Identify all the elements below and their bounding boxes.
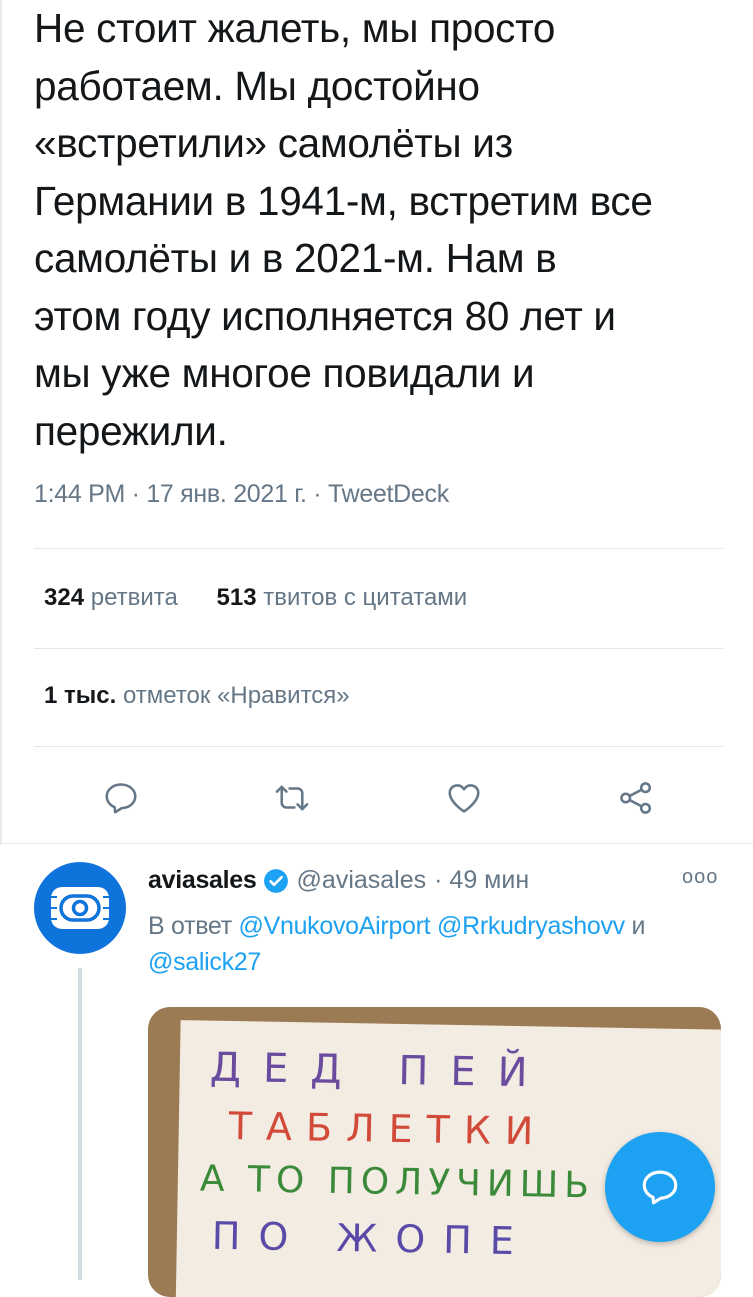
note-line-3: А ТО ПОЛУЧИШЬ: [200, 1158, 596, 1206]
author-name[interactable]: aviasales: [148, 866, 257, 895]
retweets-count: 324: [44, 584, 85, 611]
reply-and: и: [631, 912, 646, 940]
aviasales-logo-icon: [49, 887, 111, 929]
note-line-2: ТАБЛЕТКИ: [227, 1104, 547, 1154]
mention-link[interactable]: @Rrkudryashovv: [437, 912, 625, 940]
retweets-label: ретвита: [90, 584, 178, 611]
note-line-1: ДЕД ПЕЙ: [209, 1043, 550, 1097]
author-handle[interactable]: @aviasales: [297, 866, 427, 895]
likes-count: 1 тыс.: [44, 682, 117, 709]
more-options-icon[interactable]: ooo: [682, 866, 718, 889]
stats-row-retweets: 324 ретвита 513 твитов с цитатами: [44, 584, 499, 612]
action-bar: [0, 770, 753, 826]
tweet-line: этом году исполняется 80 лет и: [34, 292, 616, 339]
divider: [34, 746, 723, 747]
stats-row-likes[interactable]: 1 тыс. отметок «Нравится»: [44, 682, 350, 710]
share-button[interactable]: [612, 770, 660, 826]
reply-time: · 49 мин: [434, 866, 530, 894]
heart-icon: [448, 784, 480, 813]
tweet-line: «встретили» самолёты из: [34, 120, 513, 166]
mention-link[interactable]: @salick27: [148, 948, 261, 976]
divider: [34, 548, 723, 549]
tweet-line: самолёты и в 2021-м. Нам в: [34, 235, 557, 281]
like-button[interactable]: [440, 770, 488, 826]
left-border: [0, 0, 2, 845]
retweet-button[interactable]: [268, 770, 316, 826]
divider: [34, 648, 723, 649]
quotes-stat[interactable]: 513 твитов с цитатами: [217, 584, 468, 611]
divider: [0, 843, 753, 844]
tweet-line: мы уже многое повидали и: [34, 350, 535, 396]
reply-prefix: В ответ: [148, 912, 232, 940]
quotes-label: твитов с цитатами: [263, 584, 468, 611]
share-icon: [620, 782, 652, 814]
mention-link[interactable]: @VnukovoAirport: [239, 912, 431, 940]
avatar[interactable]: [34, 862, 126, 954]
reply-icon: [105, 783, 137, 814]
retweets-stat[interactable]: 324 ретвита: [44, 584, 178, 611]
tweet-meta[interactable]: 1:44 PM · 17 янв. 2021 г. · TweetDeck: [34, 480, 449, 509]
note-line-4: ПО ЖОПЕ: [212, 1214, 533, 1264]
tweet-text: Не стоит жалеть, мы просто работаем. Мы …: [34, 0, 734, 460]
tweet-line: работаем. Мы достойно: [34, 62, 480, 109]
reply-header: aviasales @aviasales · 49 мин: [148, 866, 529, 895]
thread-line: [78, 968, 82, 1280]
reply-button[interactable]: [97, 770, 145, 826]
tweet-line: Германии в 1941-м, встретим все: [34, 177, 653, 224]
tweet-line: пережили.: [34, 407, 228, 454]
likes-label: отметок «Нравится»: [122, 682, 350, 709]
reply-to-line: В ответ @VnukovoAirport @Rrkudryashovv и…: [148, 908, 728, 980]
tweet-line: Не стоит жалеть, мы просто: [34, 5, 556, 51]
reply-bubble-icon: [642, 1170, 678, 1205]
compose-reply-button[interactable]: [605, 1132, 715, 1242]
retweet-icon: [275, 785, 309, 811]
quotes-count: 513: [216, 584, 257, 611]
verified-badge-icon: [263, 868, 288, 893]
